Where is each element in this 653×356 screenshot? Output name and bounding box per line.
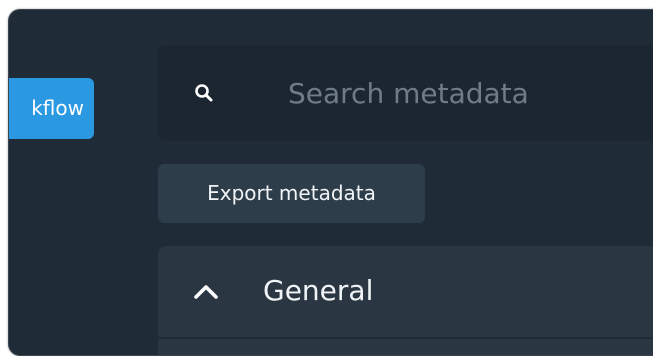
chevron-up-icon [194,285,218,299]
metadata-window: kflow Export metadata General [8,9,653,356]
workflow-button[interactable]: kflow [9,78,94,139]
search-bar [158,45,653,141]
section-title: General [263,274,374,307]
search-input[interactable] [288,67,653,119]
section-divider [158,337,653,339]
section-header-general[interactable]: General [158,246,653,336]
search-icon [195,84,213,102]
export-metadata-button[interactable]: Export metadata [158,164,425,223]
section-general: General [158,246,653,355]
